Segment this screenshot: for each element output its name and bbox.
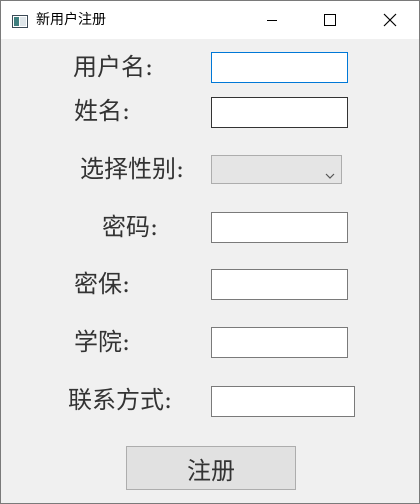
chevron-down-icon	[325, 165, 335, 184]
gender-label: 选择性别:	[80, 155, 185, 183]
password-label: 密码:	[102, 213, 159, 241]
minimize-icon	[266, 14, 278, 26]
close-icon	[383, 13, 397, 27]
close-button[interactable]	[367, 1, 413, 39]
security-label: 密保:	[74, 270, 131, 298]
contact-input[interactable]	[211, 386, 355, 417]
register-button[interactable]: 注册	[126, 446, 296, 490]
realname-input[interactable]	[211, 97, 348, 128]
username-label: 用户名:	[73, 53, 154, 81]
gender-select[interactable]	[211, 155, 342, 184]
contact-label: 联系方式:	[68, 386, 173, 414]
window-app-icon	[12, 13, 28, 28]
security-input[interactable]	[211, 269, 348, 300]
register-button-label: 注册	[187, 456, 235, 485]
register-window: 新用户注册 用户名: 姓名: 选择性别: 密码: 密保: 学院: 联系方式: 注…	[0, 0, 420, 504]
minimize-button[interactable]	[249, 1, 295, 39]
username-input[interactable]	[211, 52, 348, 83]
window-title: 新用户注册	[36, 12, 106, 28]
realname-label: 姓名:	[74, 97, 131, 125]
college-input[interactable]	[211, 327, 348, 358]
college-label: 学院:	[74, 328, 131, 356]
title-bar[interactable]: 新用户注册	[1, 1, 419, 39]
maximize-icon	[324, 14, 336, 26]
password-input[interactable]	[211, 212, 348, 243]
maximize-button[interactable]	[307, 1, 353, 39]
